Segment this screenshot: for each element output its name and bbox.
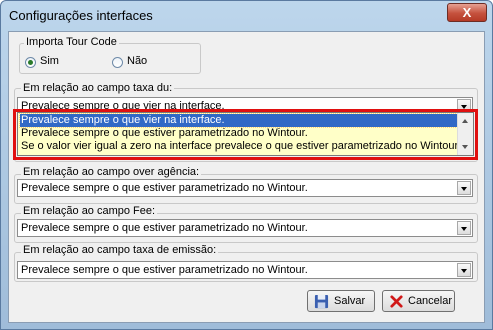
fee-label: Em relação ao campo Fee: xyxy=(21,205,158,217)
save-button[interactable]: Salvar xyxy=(307,290,375,312)
save-icon xyxy=(314,294,329,309)
dialog-content: Importa Tour Code Sim Não Em relação ao … xyxy=(8,31,485,323)
radio-nao[interactable] xyxy=(112,57,123,68)
tour-code-label: Importa Tour Code xyxy=(24,36,119,48)
dialog-window: Configurações interfaces X Importa Tour … xyxy=(0,0,493,330)
fee-value: Prevalece sempre o que estiver parametri… xyxy=(21,222,308,234)
over-agencia-select[interactable]: Prevalece sempre o que estiver parametri… xyxy=(17,179,473,197)
radio-nao-label[interactable]: Não xyxy=(127,55,147,67)
chevron-down-icon[interactable] xyxy=(457,263,471,277)
over-agencia-label: Em relação ao campo over agência: xyxy=(21,166,202,178)
chevron-down-icon[interactable] xyxy=(457,221,471,235)
cancel-icon xyxy=(390,295,403,308)
taxa-emissao-label: Em relação ao campo taxa de emissão: xyxy=(21,244,219,256)
save-label: Salvar xyxy=(334,295,366,307)
radio-sim-label[interactable]: Sim xyxy=(40,55,59,67)
close-icon: X xyxy=(462,5,472,20)
taxa-du-label: Em relação ao campo taxa du: xyxy=(21,82,175,94)
over-agencia-value: Prevalece sempre o que estiver parametri… xyxy=(21,182,308,194)
window-title: Configurações interfaces xyxy=(9,8,153,23)
close-button[interactable]: X xyxy=(447,3,487,22)
fee-select[interactable]: Prevalece sempre o que estiver parametri… xyxy=(17,219,473,237)
cancel-label: Cancelar xyxy=(408,295,453,307)
title-bar[interactable]: Configurações interfaces X xyxy=(1,1,492,31)
highlight-frame xyxy=(13,109,478,160)
cancel-button[interactable]: Cancelar xyxy=(382,290,455,312)
radio-sim[interactable] xyxy=(25,57,36,68)
taxa-emissao-value: Prevalece sempre o que estiver parametri… xyxy=(21,264,308,276)
chevron-down-icon[interactable] xyxy=(457,181,471,195)
taxa-emissao-select[interactable]: Prevalece sempre o que estiver parametri… xyxy=(17,261,473,279)
